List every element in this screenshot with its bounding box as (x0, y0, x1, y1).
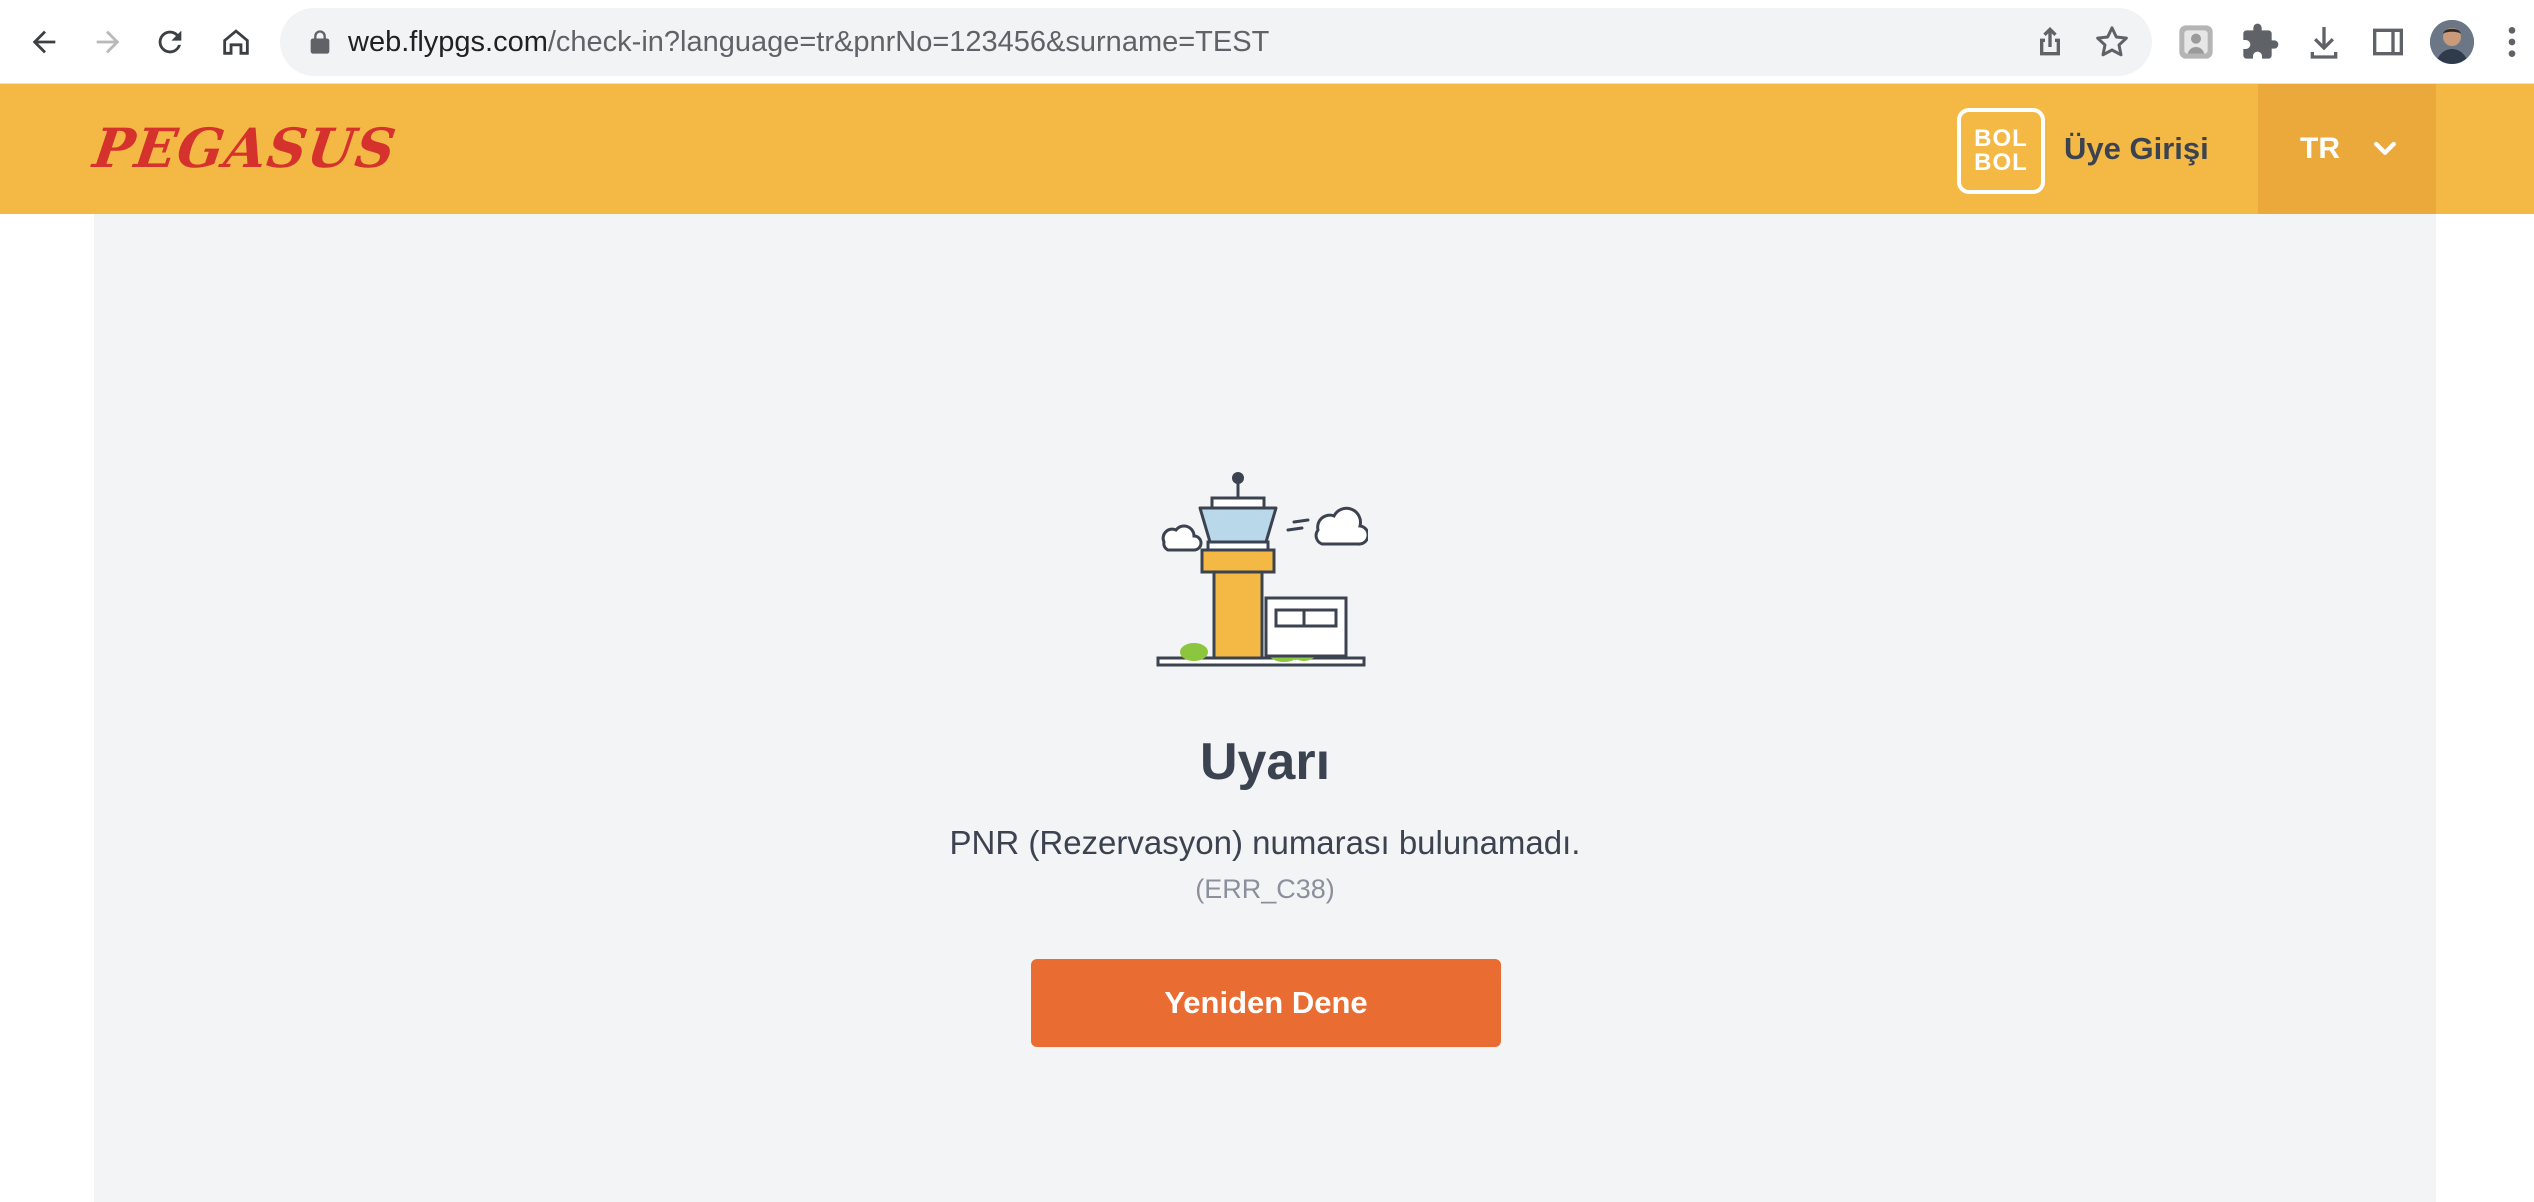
menu-icon[interactable] (2500, 22, 2524, 62)
star-icon[interactable] (2092, 22, 2132, 62)
retry-button[interactable]: Yeniden Dene (1031, 959, 1501, 1047)
url-path: /check-in?language=tr&pnrNo=123456&surna… (547, 26, 1270, 58)
chevron-down-icon (2374, 141, 2396, 155)
warning-message: PNR (Rezervasyon) numarası bulunamadı. (949, 824, 1581, 861)
bolbol-line-2: BOL (1974, 149, 2028, 176)
download-icon[interactable] (2304, 22, 2344, 62)
bolbol-line-1: BOL (1974, 125, 2028, 152)
error-code: (ERR_C38) (1195, 874, 1335, 904)
warning-title: Uyarı (1199, 733, 1331, 791)
control-tower-illustration (1156, 472, 1368, 667)
forward-button[interactable] (80, 14, 136, 70)
bolbol-logo[interactable]: BOL BOL (1957, 108, 2045, 194)
back-icon (32, 30, 56, 54)
url-host: web.flypgs.com (348, 26, 548, 58)
home-button[interactable] (208, 14, 264, 70)
language-label: TR (2300, 132, 2340, 165)
member-login-link[interactable]: Üye Girişi (2064, 84, 2209, 214)
side-panel-icon[interactable] (2368, 22, 2408, 62)
puzzle-icon[interactable] (2240, 22, 2280, 62)
forward-icon (96, 30, 120, 54)
language-selector[interactable]: TR (2258, 84, 2436, 214)
address-bar[interactable]: web.flypgs.com/check-in?language=tr&pnrN… (280, 8, 2152, 76)
url-text[interactable]: web.flypgs.com/check-in?language=tr&pnrN… (348, 8, 1269, 76)
lock-icon[interactable] (306, 28, 334, 56)
avatar[interactable] (2430, 20, 2474, 64)
site-header: PEGASUS BOL BOL Üye Girişi TR (0, 84, 2534, 214)
reload-icon (158, 30, 182, 54)
reload-button[interactable] (142, 14, 198, 70)
share-icon[interactable] (2030, 22, 2070, 62)
browser-toolbar: web.flypgs.com/check-in?language=tr&pnrN… (0, 0, 2534, 84)
back-button[interactable] (16, 14, 72, 70)
avatar-image (2430, 20, 2474, 64)
home-icon (223, 29, 249, 55)
error-panel: Uyarı PNR (Rezervasyon) numarası bulunam… (94, 214, 2436, 1202)
pegasus-logo[interactable]: PEGASUS (90, 116, 401, 180)
profile-extension-icon[interactable] (2176, 22, 2216, 62)
